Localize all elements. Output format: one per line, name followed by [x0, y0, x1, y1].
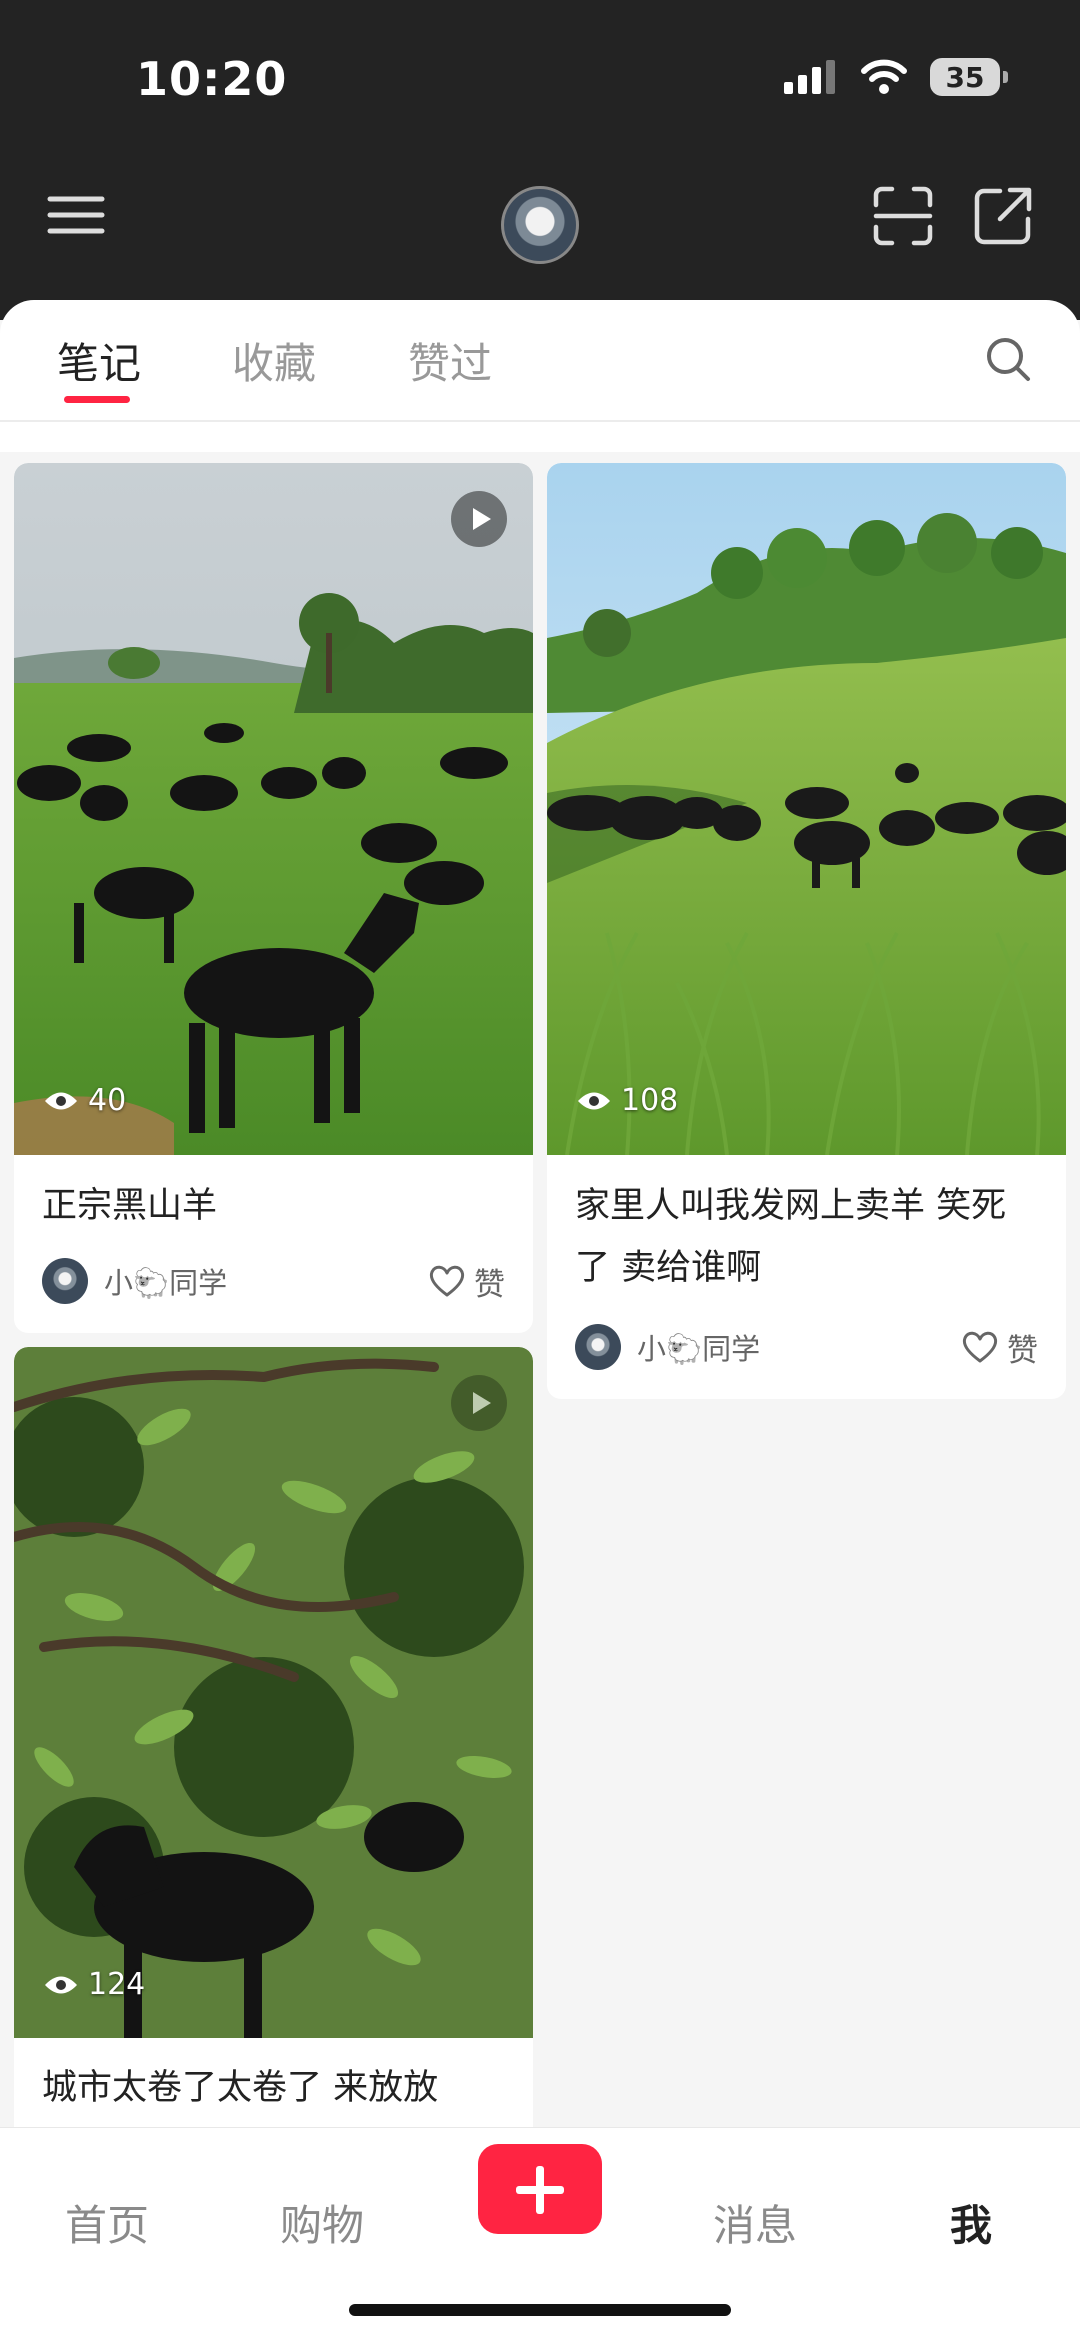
- note-title[interactable]: 正宗黑山羊: [42, 1175, 217, 1237]
- nav-me[interactable]: 我: [950, 2192, 992, 2253]
- publish-plus-icon[interactable]: [478, 2144, 602, 2234]
- note-card[interactable]: 108 家里人叫我发网上卖羊 笑死了 卖给谁啊 小🐑同学 赞: [547, 463, 1066, 1399]
- status-icons: 35: [784, 58, 1008, 96]
- goat-pasture-image: [14, 463, 533, 1155]
- nav-home[interactable]: 首页: [65, 2192, 149, 2253]
- profile-avatar[interactable]: [501, 186, 579, 264]
- eye-icon: [45, 1092, 77, 1109]
- note-card[interactable]: 124 城市太卷了太卷了 来放放: [14, 1347, 533, 2127]
- view-count-value: 40: [88, 1083, 127, 1118]
- heart-icon: [429, 1265, 465, 1297]
- tab-collections[interactable]: 收藏: [232, 330, 316, 391]
- note-card[interactable]: 40 正宗黑山羊 小🐑同学 赞: [14, 463, 533, 1333]
- like-label: 赞: [1007, 1332, 1038, 1369]
- note-title[interactable]: 家里人叫我发网上卖羊 笑死了 卖给谁啊: [575, 1175, 1035, 1299]
- tab-liked[interactable]: 赞过: [408, 330, 492, 391]
- note-cover[interactable]: 40: [14, 463, 533, 1155]
- tab-divider: [0, 420, 1080, 452]
- wifi-icon: [861, 59, 907, 94]
- eye-icon: [578, 1092, 610, 1109]
- author-name[interactable]: 小🐑同学: [637, 1326, 961, 1368]
- author-name[interactable]: 小🐑同学: [104, 1260, 428, 1302]
- goat-hillside-image: [547, 463, 1066, 1155]
- view-count: 40: [44, 1083, 126, 1118]
- author-avatar[interactable]: [575, 1324, 621, 1370]
- menu-icon[interactable]: [46, 185, 106, 245]
- note-cover[interactable]: 124: [14, 1347, 533, 2038]
- like-button[interactable]: 赞: [961, 1325, 1038, 1370]
- tab-notes[interactable]: 笔记: [57, 330, 141, 391]
- video-play-icon: [451, 491, 507, 547]
- nav-messages[interactable]: 消息: [713, 2192, 797, 2253]
- goat-bushes-image: [14, 1347, 533, 2038]
- note-title[interactable]: 城市太卷了太卷了 来放放: [42, 2057, 438, 2119]
- note-cover[interactable]: 108: [547, 463, 1066, 1155]
- view-count-value: 124: [88, 1967, 146, 2002]
- note-meta: 小🐑同学 赞: [575, 1324, 1038, 1370]
- view-count-value: 108: [621, 1083, 679, 1118]
- view-count: 108: [577, 1083, 678, 1118]
- eye-icon: [45, 1976, 77, 1993]
- status-time: 10:20: [136, 52, 288, 106]
- tab-active-indicator: [64, 396, 130, 403]
- view-count: 124: [44, 1967, 145, 2002]
- battery-indicator: 35: [930, 58, 1008, 96]
- note-meta: 小🐑同学 赞: [42, 1258, 505, 1304]
- profile-header: 10:20 35: [0, 0, 1080, 320]
- home-indicator: [349, 2304, 731, 2316]
- heart-icon: [962, 1331, 998, 1363]
- like-button[interactable]: 赞: [428, 1259, 505, 1304]
- signal-icon: [784, 60, 835, 94]
- like-label: 赞: [474, 1266, 505, 1303]
- share-icon[interactable]: [972, 185, 1034, 247]
- search-icon[interactable]: [985, 336, 1031, 382]
- author-avatar[interactable]: [42, 1258, 88, 1304]
- scan-icon[interactable]: [872, 185, 934, 247]
- content-tabs: 笔记 收藏 赞过: [0, 300, 1080, 420]
- video-play-icon: [451, 1375, 507, 1431]
- nav-shop[interactable]: 购物: [280, 2192, 364, 2253]
